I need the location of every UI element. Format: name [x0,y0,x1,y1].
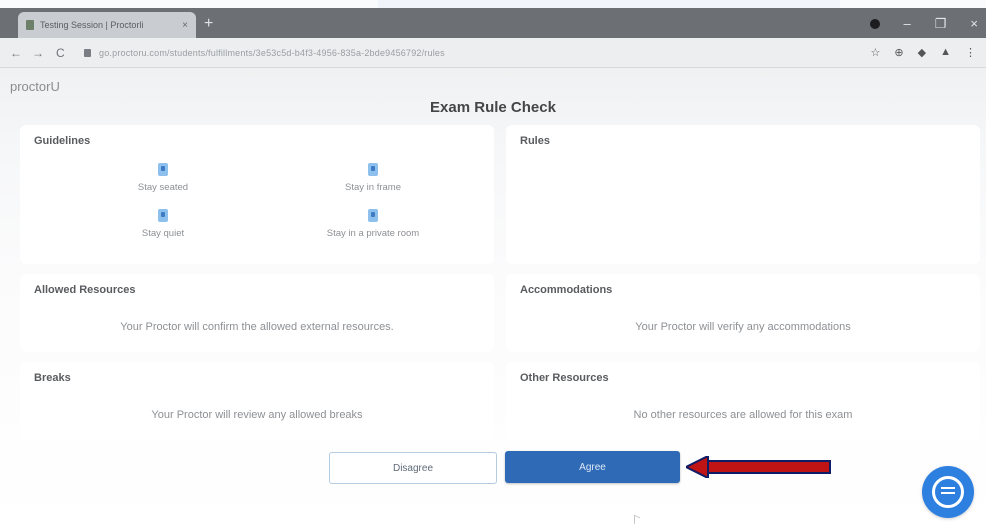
other-resources-heading: Other Resources [520,372,609,384]
guideline-label: Stay in a private room [326,228,420,239]
disagree-button[interactable]: Disagree [329,452,497,484]
bookmark-star-icon[interactable]: ☆ [871,46,881,59]
minimize-button[interactable]: – [904,17,911,31]
guideline-label: Stay in frame [345,182,401,193]
guideline-label: Stay seated [137,182,189,193]
tab-title: Testing Session | Proctorli [40,20,144,30]
browser-tab[interactable]: Testing Session | Proctorli × [18,12,196,38]
accommodations-card: Accommodations Your Proctor will verify … [506,274,980,352]
chat-bubble-icon [932,476,964,508]
back-button[interactable]: ← [10,46,22,60]
top-strip-glow [378,0,840,8]
rules-card: Rules [506,125,980,264]
seated-person-icon [158,163,168,176]
address-bar: ← → C go.proctoru.com/students/fulfillme… [0,38,986,68]
breaks-heading: Breaks [34,372,71,384]
guideline-private-room: Stay in a private room [273,209,473,239]
guideline-stay-in-frame: Stay in frame [273,163,473,193]
close-window-button[interactable]: × [970,17,978,31]
in-frame-icon [368,163,378,176]
lock-icon [84,49,91,57]
guideline-stay-quiet: Stay quiet [63,209,263,239]
browser-menu-icon[interactable]: ⋮ [965,46,976,59]
tab-close-icon[interactable]: × [182,20,188,31]
allowed-resources-card: Allowed Resources Your Proctor will conf… [20,274,494,352]
profile-icon[interactable]: ▲ [940,46,951,59]
guideline-stay-seated: Stay seated [63,163,263,193]
forward-button[interactable]: → [32,46,44,60]
quiet-icon [158,209,168,222]
guidelines-card: Guidelines Stay seated Stay in frame Sta… [20,125,494,264]
other-resources-text: No other resources are allowed for this … [633,409,853,421]
mouse-cursor-icon [634,514,640,527]
agree-button[interactable]: Agree [505,451,680,483]
accommodations-text: Your Proctor will verify any accommodati… [635,321,851,333]
annotation-arrow-icon [686,456,831,478]
browser-tab-bar: Testing Session | Proctorli × + – ❐ × [0,8,986,38]
breaks-text: Your Proctor will review any allowed bre… [151,409,363,421]
breaks-card: Breaks Your Proctor will review any allo… [20,362,494,440]
guideline-label: Stay quiet [141,228,185,239]
extension-icons: ☆ ⊕ ◆ ▲ ⋮ [871,46,976,59]
url-field[interactable]: go.proctoru.com/students/fulfillments/3e… [84,43,844,63]
new-tab-button[interactable]: + [204,16,213,32]
tab-favicon-icon [26,20,34,30]
page-title: Exam Rule Check [430,99,556,116]
rules-heading: Rules [520,135,550,147]
private-room-icon [368,209,378,222]
accommodations-heading: Accommodations [520,284,613,296]
chat-button[interactable] [922,466,974,518]
extension-icon[interactable]: ⊕ [894,46,903,59]
proctoru-logo: proctorU [10,79,60,94]
other-resources-card: Other Resources No other resources are a… [506,362,980,440]
top-strip [0,0,986,8]
allowed-resources-text: Your Proctor will confirm the allowed ex… [120,321,394,333]
reload-button[interactable]: C [56,46,65,60]
guidelines-heading: Guidelines [34,135,91,147]
window-controls: – ❐ × [869,17,978,31]
profile-dot-icon[interactable] [869,19,880,29]
extensions-puzzle-icon[interactable]: ◆ [918,46,926,59]
url-text: go.proctoru.com/students/fulfillments/3e… [99,48,445,58]
maximize-button[interactable]: ❐ [935,17,947,31]
page-content: proctorU Exam Rule Check Guidelines Stay… [0,68,986,531]
allowed-resources-heading: Allowed Resources [34,284,136,296]
